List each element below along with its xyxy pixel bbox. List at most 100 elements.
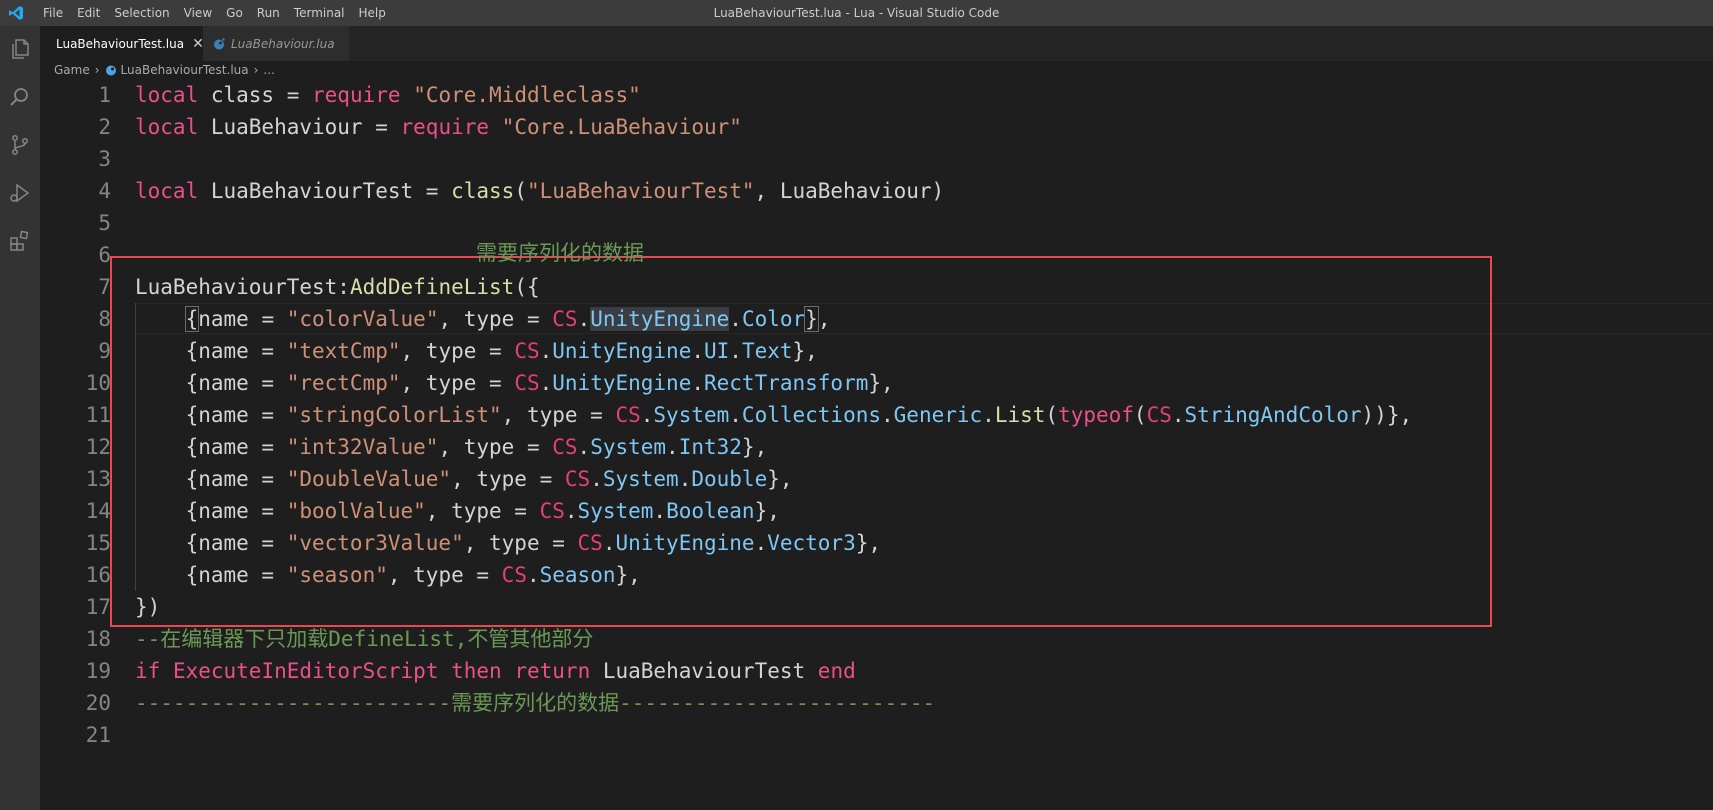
menu-selection[interactable]: Selection [107,0,176,26]
source-control-icon[interactable] [0,122,40,168]
code-token: AddDefineList [349,275,515,299]
code-area[interactable]: local class = require "Core.Middleclass"… [135,79,1713,810]
code-line[interactable]: }) [135,591,160,623]
code-token: "boolValue" [286,499,426,523]
code-token: Int32 [678,435,742,459]
code-line[interactable]: local LuaBehaviour = require "Core.LuaBe… [135,111,742,143]
code-token: StringAndColor [1184,403,1362,427]
code-token: Double [691,467,768,491]
code-line[interactable]: --在编辑器下只加载DefineList,不管其他部分 [135,623,593,655]
menu-help[interactable]: Help [352,0,393,26]
tab-luabehaviour[interactable]: LuaBehaviour.lua [203,26,349,61]
code-token: CS [539,499,565,523]
code-token: CS [1146,403,1172,427]
menu-edit[interactable]: Edit [70,0,107,26]
code-token: RectTransform [704,371,869,395]
breadcrumb-symbol[interactable]: ... [263,63,274,77]
line-number: 9 [98,339,111,363]
line-number: 18 [85,627,111,651]
code-token: CS [577,531,603,555]
search-icon[interactable] [0,74,40,120]
breadcrumb-folder[interactable]: Game [54,63,90,77]
code-token: "colorValue" [286,307,439,331]
line-number: 6 [98,243,111,267]
code-token: ExecuteInEditorScript [172,659,439,683]
code-token: Text [741,339,793,363]
code-token: . [590,467,603,491]
code-token: UnityEngine [552,371,692,395]
run-debug-icon[interactable] [0,170,40,216]
code-line[interactable]: {name = "textCmp", type = CS.UnityEngine… [135,335,818,367]
code-token: require [400,115,490,139]
code-token: . [678,467,692,491]
code-editor[interactable]: 1 2 3 4 5 6 7 8 9 10 11 12 13 14 15 16 17 18 19 20 21 local … [40,79,1713,810]
title-bar: File Edit Selection View Go Run Terminal… [0,0,1713,26]
code-line[interactable]: {name = "vector3Value", type = CS.UnityE… [135,527,881,559]
code-token: , type = [387,563,502,587]
line-number: 8 [98,307,111,331]
line-number: 19 [85,659,111,683]
code-token: local [135,179,199,203]
code-token: if [135,659,161,683]
line-number: 2 [98,115,111,139]
code-token: }, [792,339,818,363]
code-token: -------------------------需要序列化的数据-------… [135,691,936,715]
code-token: {name = [135,371,287,395]
lua-file-icon [105,65,116,76]
extensions-icon[interactable] [0,218,40,264]
line-number: 1 [98,83,111,107]
code-token: LuaBehaviourTest [590,659,818,683]
line-number: 13 [85,467,111,491]
menu-run[interactable]: Run [250,0,287,26]
code-line[interactable]: -------------------------需要序列化的数据-------… [135,687,935,719]
code-token: , type = [425,499,540,523]
code-line[interactable]: {name = "rectCmp", type = CS.UnityEngine… [135,367,894,399]
code-token: LuaBehaviourTest: [135,275,350,299]
menu-go[interactable]: Go [219,0,250,26]
code-line[interactable]: {name = "boolValue", type = CS.System.Bo… [135,495,780,527]
code-token: local [135,115,199,139]
code-token: Color [741,307,806,331]
line-number: 12 [85,435,111,459]
tab-luabehaviourtest[interactable]: LuaBehaviourTest.lua ✕ [40,26,204,61]
code-line[interactable]: {name = "colorValue", type = CS.UnityEng… [135,303,830,335]
code-token: . [691,371,704,395]
menu-bar: File Edit Selection View Go Run Terminal… [36,0,393,26]
code-line[interactable]: local class = require "Core.Middleclass" [135,79,641,111]
code-token: "rectCmp" [286,371,401,395]
line-number-gutter: 1 2 3 4 5 6 7 8 9 10 11 12 13 14 15 16 17 18 19 20 21 [40,79,115,810]
breadcrumb-file[interactable]: LuaBehaviourTest.lua [121,63,249,77]
code-line[interactable]: {name = "DoubleValue", type = CS.System.… [135,463,793,495]
code-token: ))}, [1361,403,1413,427]
code-token: , type = [438,435,553,459]
code-line[interactable]: {name = "int32Value", type = CS.System.I… [135,431,768,463]
code-token: }) [135,595,161,619]
code-line[interactable]: if ExecuteInEditorScript then return Lua… [135,655,856,687]
code-line[interactable]: {name = "stringColorList", type = CS.Sys… [135,399,1413,431]
code-token: {name = [135,339,287,363]
explorer-icon[interactable] [0,26,40,72]
code-line[interactable]: {name = "season", type = CS.Season}, [135,559,641,591]
line-number: 11 [85,403,111,427]
line-number: 7 [98,275,111,299]
code-token: class = [198,83,313,107]
code-token: , LuaBehaviour) [754,179,945,203]
code-token: "textCmp" [286,339,401,363]
menu-view[interactable]: View [177,0,219,26]
code-token: Season [539,563,616,587]
code-token: then [451,659,502,683]
menu-terminal[interactable]: Terminal [287,0,352,26]
tab-label: LuaBehaviourTest.lua [56,36,185,51]
code-token: {name = [135,499,287,523]
code-line[interactable]: LuaBehaviourTest:AddDefineList({ [135,271,540,303]
code-token: System [653,403,730,427]
code-token: CS [514,371,540,395]
code-line[interactable]: local LuaBehaviourTest = class("LuaBehav… [135,175,944,207]
menu-file[interactable]: File [36,0,70,26]
line-number: 3 [98,147,111,171]
line-number: 14 [85,499,111,523]
code-token: "DoubleValue" [286,467,452,491]
code-token: , type = [451,467,565,491]
